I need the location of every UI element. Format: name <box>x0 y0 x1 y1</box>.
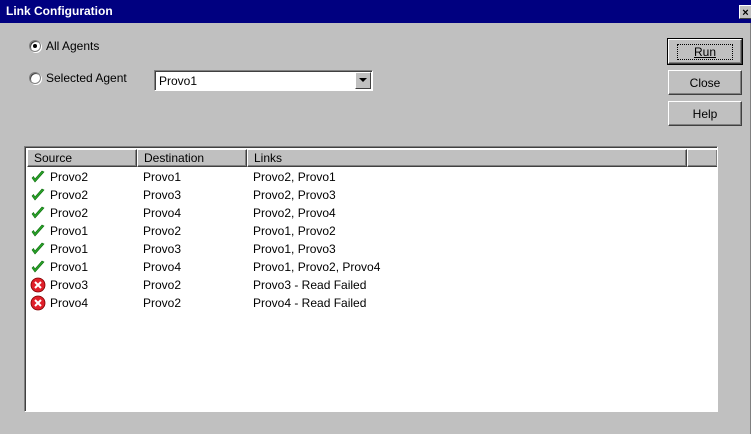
agent-select[interactable]: Provo1 <box>154 70 373 91</box>
source-cell: Provo1 <box>50 224 89 238</box>
links-cell: Provo3 - Read Failed <box>253 278 367 292</box>
agent-select-value: Provo1 <box>159 74 198 88</box>
destination-cell: Provo1 <box>143 170 182 184</box>
source-cell: Provo3 <box>50 278 89 292</box>
link-configuration-dialog: Link Configuration × All Agents Selected… <box>0 0 751 434</box>
links-cell: Provo1, Provo2 <box>253 224 336 238</box>
list-item[interactable]: Provo3 Provo2 Provo3 - Read Failed <box>27 277 707 293</box>
green-checkmark-icon <box>30 224 46 238</box>
all-agents-radio[interactable] <box>29 40 41 52</box>
destination-cell: Provo4 <box>143 206 182 220</box>
red-x-circle-icon <box>30 277 46 293</box>
green-checkmark-icon <box>30 206 46 220</box>
green-checkmark-icon <box>30 242 46 256</box>
destination-cell: Provo4 <box>143 260 182 274</box>
list-header: Source Destination Links <box>27 149 717 167</box>
source-cell: Provo1 <box>50 260 89 274</box>
links-cell: Provo2, Provo1 <box>253 170 336 184</box>
destination-cell: Provo2 <box>143 278 182 292</box>
run-button[interactable]: Run <box>667 38 743 65</box>
source-cell: Provo1 <box>50 242 89 256</box>
green-checkmark-icon <box>30 170 46 184</box>
red-x-circle-icon <box>30 295 46 311</box>
links-list[interactable]: Source Destination Links Provo2 Provo1 Pro… <box>24 146 718 412</box>
links-cell: Provo4 - Read Failed <box>253 296 367 310</box>
title-bar: Link Configuration × <box>0 0 751 23</box>
column-header-destination[interactable]: Destination <box>137 149 247 167</box>
source-cell: Provo2 <box>50 206 89 220</box>
column-header-links[interactable]: Links <box>247 149 687 167</box>
source-cell: Provo2 <box>50 170 89 184</box>
list-item[interactable]: Provo1 Provo4 Provo1, Provo2, Provo4 <box>27 259 707 275</box>
green-checkmark-icon <box>30 260 46 274</box>
links-cell: Provo2, Provo3 <box>253 188 336 202</box>
window-title: Link Configuration <box>6 4 113 18</box>
list-item[interactable]: Provo1 Provo2 Provo1, Provo2 <box>27 223 707 239</box>
links-cell: Provo1, Provo3 <box>253 242 336 256</box>
links-cell: Provo1, Provo2, Provo4 <box>253 260 381 274</box>
source-cell: Provo2 <box>50 188 89 202</box>
close-button[interactable]: Close <box>668 70 742 95</box>
list-item[interactable]: Provo1 Provo3 Provo1, Provo3 <box>27 241 707 257</box>
help-button[interactable]: Help <box>668 101 742 126</box>
destination-cell: Provo3 <box>143 188 182 202</box>
chevron-down-icon[interactable] <box>355 72 371 89</box>
destination-cell: Provo2 <box>143 224 182 238</box>
destination-cell: Provo2 <box>143 296 182 310</box>
all-agents-label: All Agents <box>46 39 100 53</box>
list-item[interactable]: Provo2 Provo1 Provo2, Provo1 <box>27 169 707 185</box>
links-cell: Provo2, Provo4 <box>253 206 336 220</box>
source-cell: Provo4 <box>50 296 89 310</box>
destination-cell: Provo3 <box>143 242 182 256</box>
run-button-label: Run <box>693 44 716 59</box>
selected-agent-label: Selected Agent <box>46 71 127 85</box>
green-checkmark-icon <box>30 188 46 202</box>
column-header-source[interactable]: Source <box>27 149 137 167</box>
list-item[interactable]: Provo4 Provo2 Provo4 - Read Failed <box>27 295 707 311</box>
list-item[interactable]: Provo2 Provo3 Provo2, Provo3 <box>27 187 707 203</box>
close-window-icon[interactable]: × <box>739 5 751 19</box>
selected-agent-radio[interactable] <box>29 72 41 84</box>
list-item[interactable]: Provo2 Provo4 Provo2, Provo4 <box>27 205 707 221</box>
column-header-blank[interactable] <box>687 149 717 167</box>
